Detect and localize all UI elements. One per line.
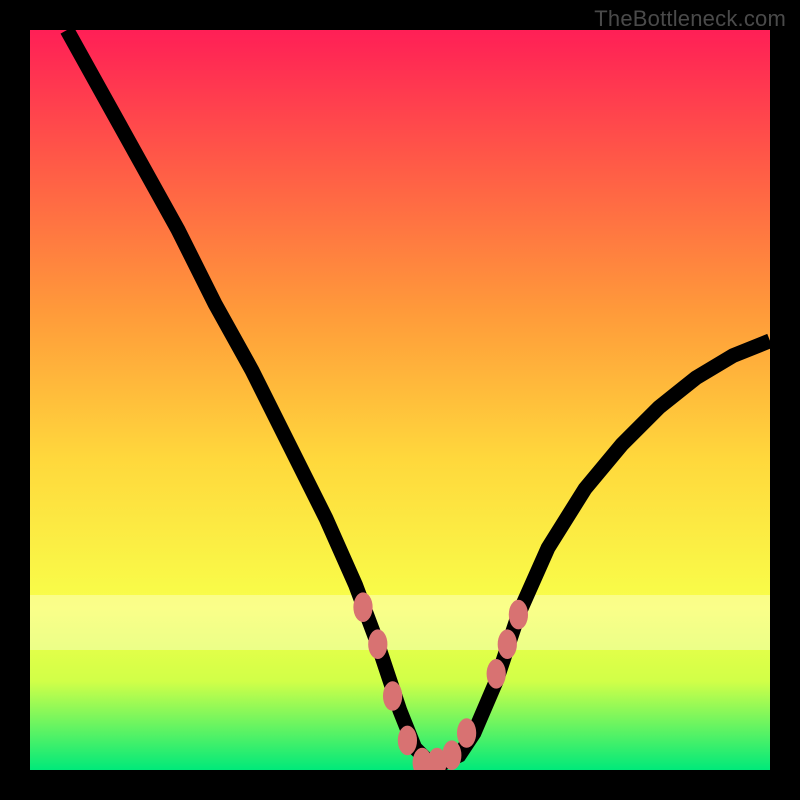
curve-marker (442, 740, 461, 770)
curve-marker (487, 659, 506, 689)
curve-marker (383, 681, 402, 711)
bottleneck-curve (67, 30, 770, 763)
watermark-text: TheBottleneck.com (594, 6, 786, 32)
chart-frame: TheBottleneck.com (0, 0, 800, 800)
marker-group (353, 592, 528, 770)
curve-marker (353, 592, 372, 622)
curve-marker (368, 629, 387, 659)
curve-marker (398, 726, 417, 756)
curve-marker (509, 600, 528, 630)
curve-marker (457, 718, 476, 748)
plot-area (30, 30, 770, 770)
chart-overlay (30, 30, 770, 770)
curve-marker (498, 629, 517, 659)
